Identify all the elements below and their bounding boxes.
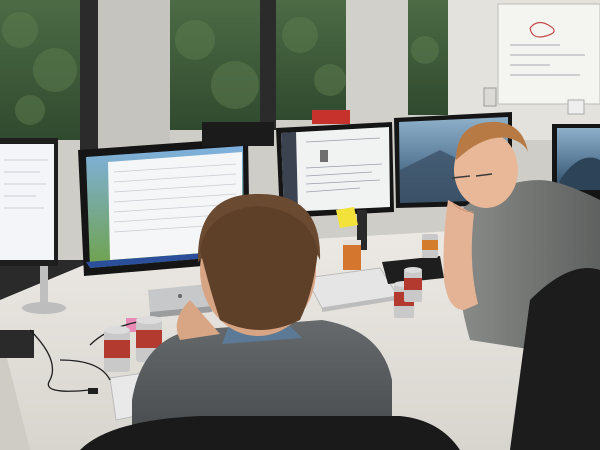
window-mullion <box>80 0 98 150</box>
drink-cup <box>343 240 361 270</box>
wall-pillar <box>346 0 408 125</box>
desk-phone <box>0 330 34 358</box>
mac-mini <box>148 284 212 318</box>
wall-thermostat <box>483 87 497 107</box>
soda-can <box>104 326 130 372</box>
usb-stick <box>88 388 98 394</box>
red-tray <box>312 110 350 124</box>
office-photo <box>0 0 600 450</box>
background-monitor <box>202 122 274 146</box>
soda-can <box>404 267 422 302</box>
monitor-left-screen <box>0 144 54 260</box>
wall-column <box>98 0 170 150</box>
soda-can <box>422 234 438 258</box>
whiteboard <box>497 3 600 105</box>
profile-photo <box>320 150 328 162</box>
window-center-right <box>276 0 346 120</box>
wall-sign <box>567 99 585 115</box>
